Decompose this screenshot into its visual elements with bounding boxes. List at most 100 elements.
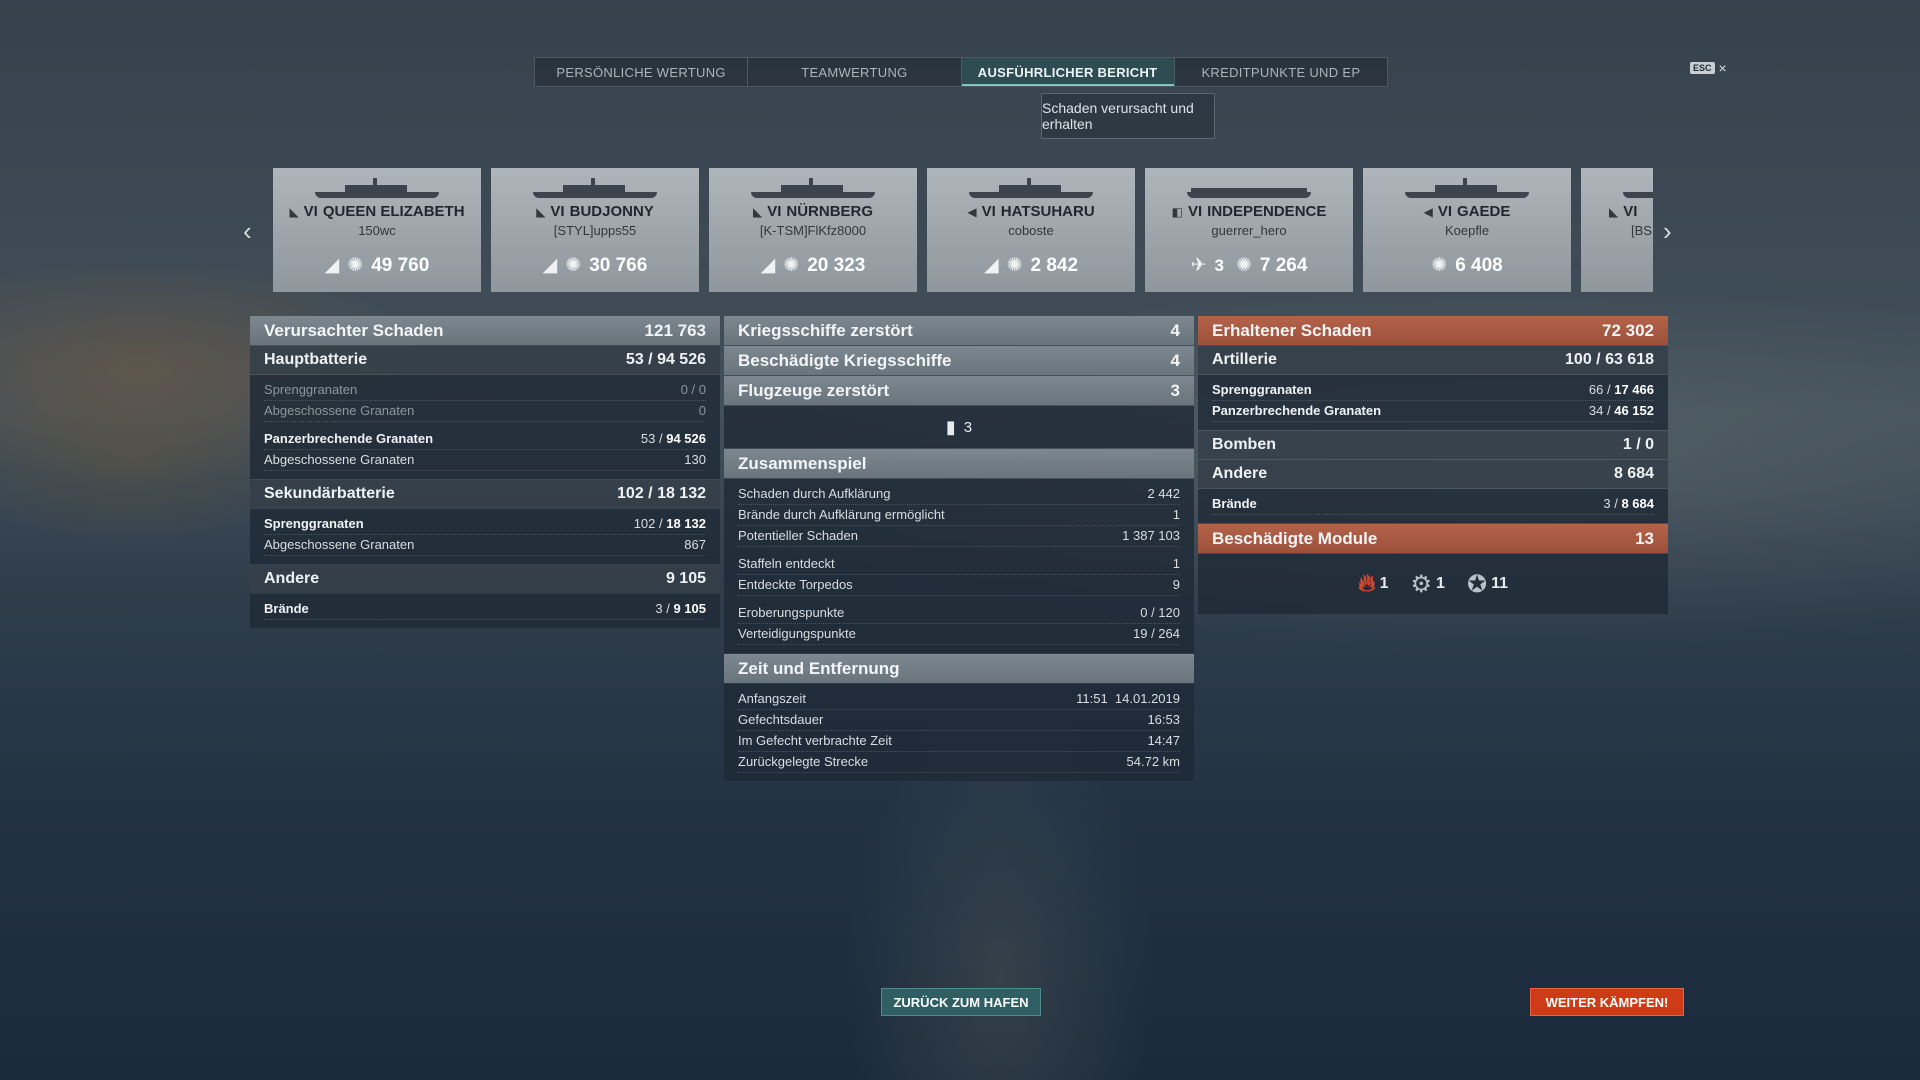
stat-row: Sprenggranaten 66 / 17 466 [1212,380,1654,401]
cruiser-icon: ◣ [752,204,763,219]
tab-detailed-report[interactable]: AUSFÜHRLICHER BERICHT [961,58,1175,86]
ship-tier: VI [1187,203,1203,220]
secondary-battery-row: Sekundärbatterie 102 / 18 132 [250,480,720,508]
spotting-icon: ◢ [983,255,999,276]
ship-silhouette-icon [1405,178,1529,202]
plane-icon: ▮ [945,416,956,437]
close-button[interactable]: ESC × [1690,60,1727,76]
stat-row: Sprenggranaten 0 / 0 [264,380,706,401]
ship-silhouette-icon [1187,180,1311,202]
battle-summary-panel: Kriegsschiffe zerstört 4 Beschädigte Krie… [724,316,1194,782]
ship-name: NÜRNBERG [786,203,874,220]
main-battery-value: 53 / 94 526 [625,351,706,368]
tab-team-score[interactable]: TEAMWERTUNG [748,58,962,86]
ship-card[interactable]: ◧ VI INDEPENDENCE guerrer_hero ✈ 3 ✺ 7 264 [1145,168,1353,292]
artillery-details: Sprenggranaten 66 / 17 466 Panzerbrechend… [1198,375,1668,430]
damage-icon: ✺ [565,255,582,276]
time-distance-details: Anfangszeit 11:51 14.01.2019 Gefechtsdaue… [724,684,1194,781]
module-item: ✪ 11 [1466,570,1508,598]
ship-tier: VI [1437,203,1453,220]
ship-card[interactable]: ◀ VI GAEDE Koepfle ✺ 6 408 [1363,168,1571,292]
damage-value: 49 760 [371,254,430,276]
damage-value: 2 842 [1030,254,1079,276]
stat-row: Schaden durch Aufklärung 2 442 [738,484,1180,505]
carrier-icon: ◧ [1171,204,1183,219]
teamplay-details: Schaden durch Aufklärung 2 442 Brände dur… [724,479,1194,653]
damage-icon: ✺ [1431,255,1448,276]
damage-icon: ✺ [1235,255,1252,276]
ship-silhouette-icon [751,178,875,202]
time-distance-header: Zeit und Entfernung [724,654,1194,683]
ship-name: GAEDE [1457,203,1511,220]
damage-dealt-panel: Verursachter Schaden 121 763 Hauptbatteri… [250,316,720,629]
ship-name: INDEPENDENCE [1207,203,1327,220]
stat-row: Eroberungspunkte 0 / 120 [738,603,1180,624]
planes-breakdown: ▮ 3 [724,406,1194,448]
stat-row: Entdeckte Torpedos 9 [738,575,1180,596]
ship-tier: VI [303,203,318,220]
artillery-row: Artillerie 100 / 63 618 [1198,346,1668,374]
other-damage-row: Andere 9 105 [250,565,720,593]
damage-value: 20 323 [807,254,866,276]
damage-received-panel: Erhaltener Schaden 72 302 Artillerie 100 /… [1198,316,1668,614]
secondary-battery-value: 102 / 18 132 [617,485,706,502]
continue-fighting-button[interactable]: WEITER KÄMPFEN! [1530,988,1684,1016]
ship-card[interactable]: ◣ VI BUDJONNY [STYL]upps55 ◢ ✺ 30 766 [491,168,699,292]
tab-personal-score[interactable]: PERSÖNLICHE WERTUNG [535,58,749,86]
spotting-icon: ◢ [542,255,558,276]
damage-received-header: Erhaltener Schaden 72 302 [1198,316,1668,345]
player-name: guerrer_hero [1211,223,1287,238]
stat-row: Abgeschossene Granaten 867 [264,535,706,556]
ship-card-carousel: ◣ VI QUEEN ELIZABETH 150wc ◢ ✺ 49 760 ◣ VI BUD… [273,168,1653,292]
ship-name: HATSUHARU [1000,203,1095,220]
ship-card[interactable]: ◀ VI HATSUHARU coboste ◢ ✺ 2 842 [927,168,1135,292]
stat-row: Zurückgelegte Strecke 54.72 km [738,752,1180,773]
fires-details: Brände 3 / 9 105 [250,594,720,628]
ship-tier: VI [981,203,996,220]
player-name: Koepfle [1444,223,1490,238]
ship-card[interactable]: ◣ VI QUEEN ELIZABETH 150wc ◢ ✺ 49 760 [273,168,481,292]
spotting-icon: ◢ [324,255,340,276]
gun-module-icon: ✪ [1466,570,1488,598]
stat-row: Brände durch Aufklärung ermöglicht 1 [738,505,1180,526]
ship-card[interactable]: ◣ VI NÜRNBERG [K-TSM]FlKfz8000 ◢ ✺ 20 323 [709,168,917,292]
carousel-next-button[interactable]: › [1663,216,1672,247]
player-name: coboste [1008,223,1054,238]
damage-icon: ✺ [783,255,800,276]
stat-row: Panzerbrechende Granaten 53 / 94 526 [264,429,706,450]
fire-module-icon: 🔥︎ [1358,570,1376,597]
module-item: ⚙ 1 [1410,570,1445,598]
destroyer-icon: ◀ [967,204,977,219]
ship-silhouette-icon [315,178,439,202]
destroyer-icon: ◀ [1423,204,1433,219]
damage-dealt-header: Verursachter Schaden 121 763 [250,316,720,345]
player-name: [K-TSM]FlKfz8000 [759,223,867,238]
stat-row: Gefechtsdauer 16:53 [738,710,1180,731]
return-to-port-button[interactable]: ZURÜCK ZUM HAFEN [881,988,1041,1016]
ships-destroyed-row: Kriegsschiffe zerstört 4 [724,316,1194,345]
ship-silhouette-icon [533,178,657,202]
stat-row: Im Gefecht verbrachte Zeit 14:47 [738,731,1180,752]
teamplay-header: Zusammenspiel [724,449,1194,478]
cruiser-icon: ◣ [536,204,546,219]
ship-tier: VI [1623,203,1638,220]
main-battery-details: Sprenggranaten 0 / 0 Abgeschossene Granat… [250,375,720,479]
ship-silhouette-icon [969,178,1093,202]
carousel-prev-button[interactable]: ‹ [243,216,252,247]
report-tabs: PERSÖNLICHE WERTUNG TEAMWERTUNG AUSFÜHRL… [534,57,1388,87]
ship-tier: VI [550,203,565,220]
stat-row: Abgeschossene Granaten 130 [264,450,706,471]
damage-value: 7 264 [1259,254,1308,276]
player-name: 150wc [358,223,396,238]
ship-card[interactable]: ◣ VI [BS [1581,168,1653,292]
subtab-damage-dealt-received[interactable]: Schaden verursacht und erhalten [1041,93,1215,139]
damage-icon: ✺ [1006,255,1023,276]
ship-name: QUEEN ELIZABETH [322,203,465,220]
ships-damaged-row: Beschädigte Kriegsschiffe 4 [724,346,1194,375]
chevron-left-icon: ‹ [243,216,252,246]
damaged-modules-header: Beschädigte Module 13 [1198,524,1668,553]
chevron-right-icon: › [1663,216,1672,246]
main-battery-row: Hauptbatterie 53 / 94 526 [250,346,720,374]
damage-value: 6 408 [1455,254,1503,276]
tab-credits-xp[interactable]: KREDITPUNKTE UND EP [1175,58,1387,86]
